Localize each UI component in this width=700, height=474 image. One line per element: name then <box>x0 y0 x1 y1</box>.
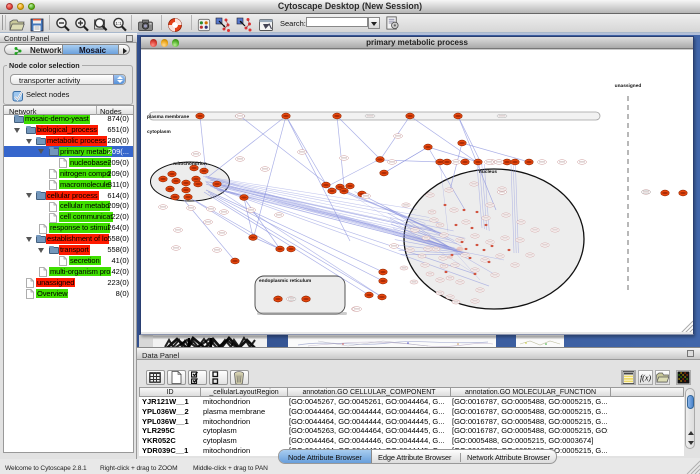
svg-text:plasma membrane: plasma membrane <box>147 114 189 120</box>
svg-text:nucleus: nucleus <box>479 169 497 175</box>
svg-text:mitochondrion: mitochondrion <box>173 161 207 167</box>
svg-text:unassigned: unassigned <box>615 83 642 89</box>
svg-text:1:1: 1:1 <box>115 21 122 26</box>
svg-text:f(x): f(x) <box>640 374 651 383</box>
svg-text:cytoplasm: cytoplasm <box>147 129 171 135</box>
svg-text:endoplasmic reticulum: endoplasmic reticulum <box>259 278 311 284</box>
